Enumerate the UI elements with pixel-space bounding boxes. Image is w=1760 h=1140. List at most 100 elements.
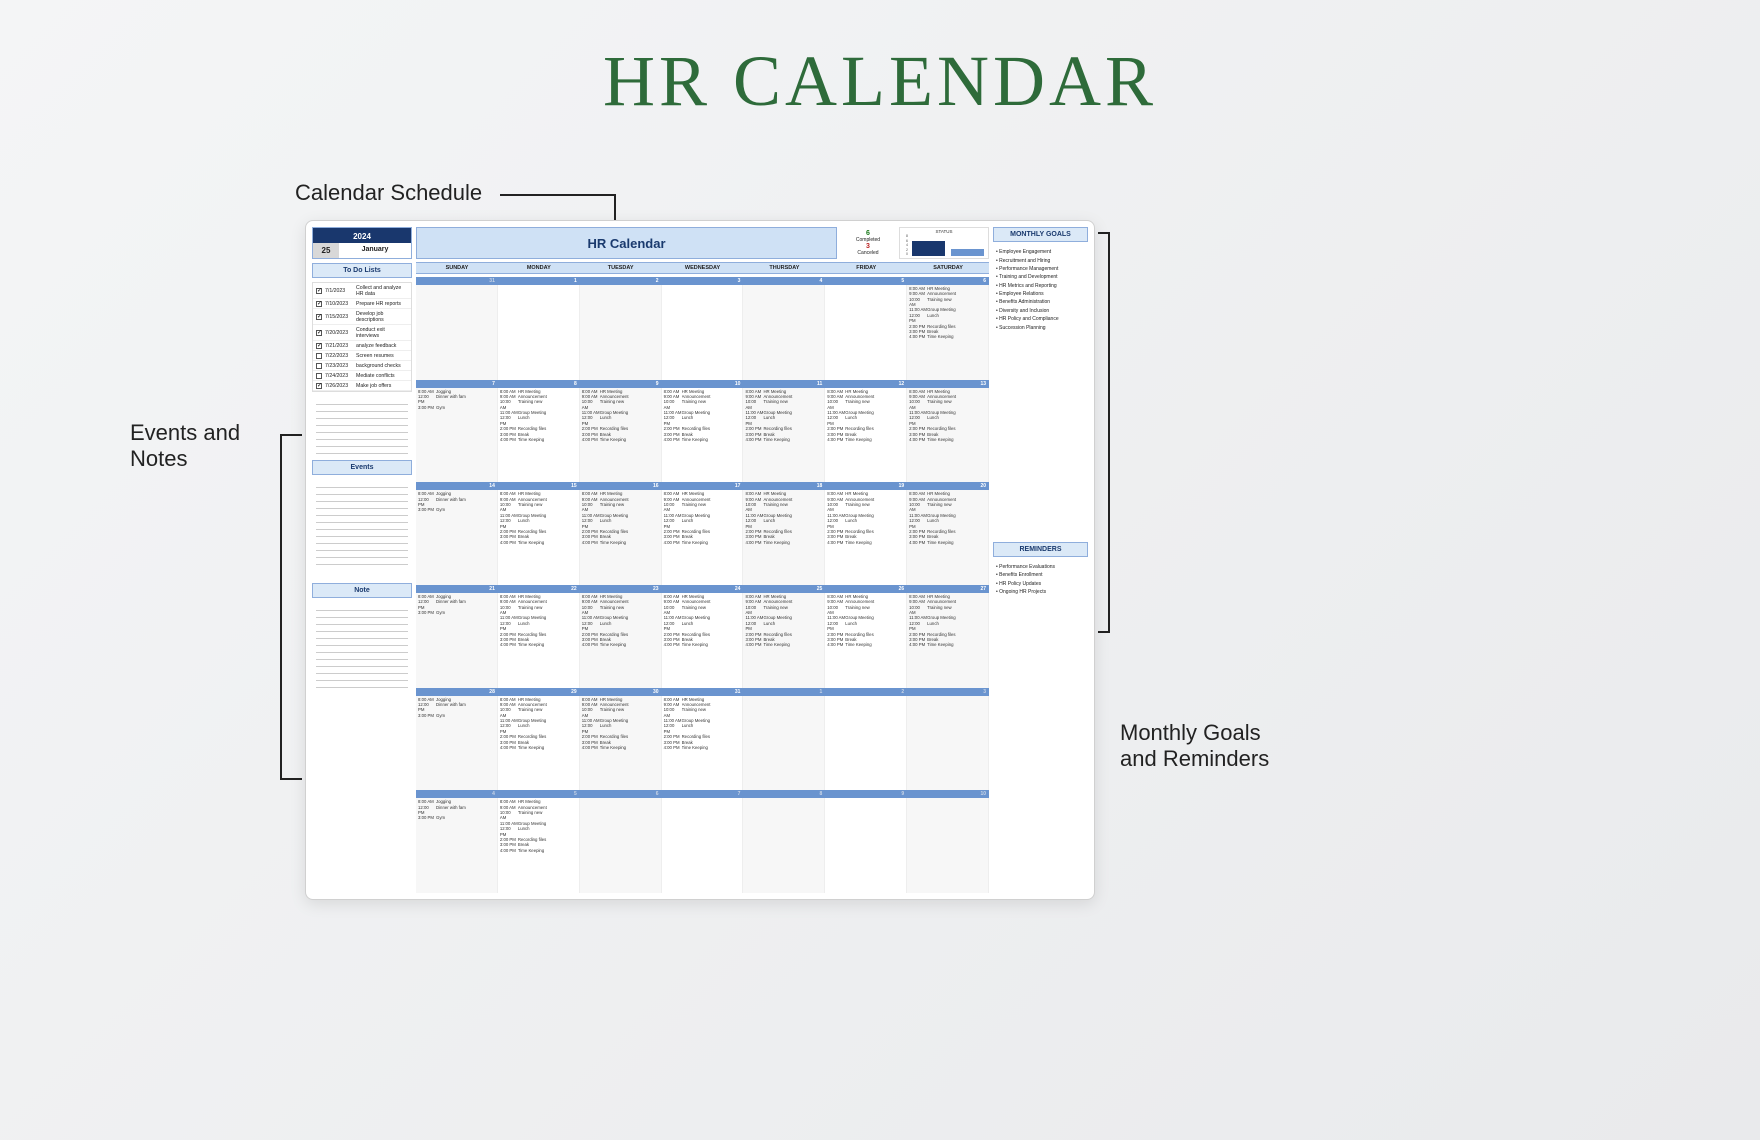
day-cell: 8:00 AMHR Meeting9:00 AMAnnouncement10:0… (498, 798, 580, 893)
event-item: 12:00 PMLunch (745, 621, 822, 632)
event-item: 10:00 AMTraining new (582, 707, 659, 718)
event-item: 12:00 PMLunch (500, 621, 577, 632)
day-cell (743, 285, 825, 380)
event-item: 10:00 AMTraining new (827, 399, 904, 410)
day-cell: 8:00 AMHR Meeting9:00 AMAnnouncement10:0… (662, 696, 744, 791)
day-header: SUNDAY (416, 263, 498, 273)
date-row: 31123456 (416, 277, 989, 285)
todo-row: 7/23/2023background checks (313, 361, 411, 371)
date-cell: 5 (825, 277, 907, 285)
todo-row: 7/21/2023analyze feedback (313, 341, 411, 351)
event-item: 4:00 PMTime Keeping (582, 745, 659, 750)
checkbox-icon[interactable] (316, 330, 322, 336)
bar-canceled (951, 249, 984, 257)
goals-list: Employee EngagementRecruitment and Hirin… (993, 246, 1088, 334)
date-cell: 3 (662, 277, 744, 285)
checkbox-icon[interactable] (316, 301, 322, 307)
day-cell: 8:00 AMJogging12:00 PMDinner with fam3:0… (416, 696, 498, 791)
event-item: 10:00 AMTraining new (500, 707, 577, 718)
day-cell: 8:00 AMHR Meeting9:00 AMAnnouncement10:0… (662, 490, 744, 585)
date-row: 14151617181920 (416, 482, 989, 490)
event-item: 4:00 PMTime Keeping (582, 437, 659, 442)
status-chart-title: STATUS (900, 229, 988, 234)
day-cell: 8:00 AMHR Meeting9:00 AMAnnouncement10:0… (498, 490, 580, 585)
week-row: 456789108:00 AMJogging12:00 PMDinner wit… (416, 790, 989, 893)
event-item: 10:00 AMTraining new (664, 605, 741, 616)
day-cell (416, 285, 498, 380)
date-cell: 1 (498, 277, 580, 285)
goal-item: Benefits Administration (996, 298, 1085, 306)
event-item: 4:00 PMTime Keeping (745, 540, 822, 545)
day-cell: 8:00 AMHR Meeting9:00 AMAnnouncement10:0… (662, 388, 744, 483)
checkbox-icon[interactable] (316, 288, 322, 294)
date-cell: 6 (580, 790, 662, 798)
week-row: 212223242526278:00 AMJogging12:00 PMDinn… (416, 585, 989, 688)
day-cell: 8:00 AMHR Meeting9:00 AMAnnouncement10:0… (743, 388, 825, 483)
event-item: 4:00 PMTime Keeping (745, 437, 822, 442)
goal-item: Employee Relations (996, 290, 1085, 298)
event-item: 4:00 PMTime Keeping (664, 642, 741, 647)
todo-text: Prepare HR reports (356, 301, 401, 307)
date-row: 21222324252627 (416, 585, 989, 593)
todo-date: 7/26/2023 (325, 383, 353, 389)
date-cell: 27 (907, 585, 989, 593)
week-row: 311234568:00 AMHR Meeting9:00 AMAnnounce… (416, 277, 989, 380)
event-item: 10:00 AMTraining new (827, 502, 904, 513)
event-item: 3:00 PMGym (418, 507, 495, 512)
reminder-item: HR Policy Updates (996, 580, 1085, 588)
event-item: 12:00 PMLunch (582, 621, 659, 632)
date-cell: 7 (416, 380, 498, 388)
checkbox-icon[interactable] (316, 314, 322, 320)
event-item: 10:00 AMTraining new (827, 605, 904, 616)
event-item: 12:00 PMLunch (909, 518, 986, 529)
event-item: 10:00 AMTraining new (664, 502, 741, 513)
goal-item: Diversity and Inclusion (996, 307, 1085, 315)
event-item: 4:00 PMTime Keeping (500, 642, 577, 647)
checkbox-icon[interactable] (316, 363, 322, 369)
month-label: January (339, 243, 411, 258)
goal-item: HR Metrics and Reporting (996, 282, 1085, 290)
event-item: 4:00 PMTime Keeping (664, 437, 741, 442)
date-cell: 4 (416, 790, 498, 798)
date-cell: 11 (743, 380, 825, 388)
day-cell: 8:00 AMHR Meeting9:00 AMAnnouncement10:0… (743, 490, 825, 585)
event-item: 12:00 PMLunch (664, 723, 741, 734)
date-cell: 18 (743, 482, 825, 490)
day-cell: 8:00 AMHR Meeting9:00 AMAnnouncement10:0… (580, 593, 662, 688)
note-lines (312, 602, 412, 702)
date-cell: 4 (743, 277, 825, 285)
day-cell (662, 798, 744, 893)
canceled-label: Canceled (843, 250, 893, 256)
event-item: 10:00 AMTraining new (582, 605, 659, 616)
todo-text: analyze feedback (356, 343, 396, 349)
checkbox-icon[interactable] (316, 343, 322, 349)
event-item: 10:00 AMTraining new (909, 399, 986, 410)
goal-item: Recruitment and Hiring (996, 256, 1085, 264)
day-cell: 8:00 AMHR Meeting9:00 AMAnnouncement10:0… (907, 388, 989, 483)
content-row: 8:00 AMJogging12:00 PMDinner with fam3:0… (416, 593, 989, 688)
content-row: 8:00 AMJogging12:00 PMDinner with fam3:0… (416, 490, 989, 585)
event-item: 12:00 PMLunch (582, 518, 659, 529)
checkbox-icon[interactable] (316, 353, 322, 359)
status-counts: 6 Completed 3 Canceled (843, 227, 893, 259)
checkbox-icon[interactable] (316, 383, 322, 389)
date-cell: 31 (662, 688, 744, 696)
event-item: 10:00 AMTraining new (909, 297, 986, 308)
goals-header: MONTHLY GOALS (993, 227, 1088, 242)
checkbox-icon[interactable] (316, 373, 322, 379)
day-cell (907, 696, 989, 791)
event-item: 10:00 AMTraining new (500, 502, 577, 513)
day-cell (743, 798, 825, 893)
calendar-title: HR Calendar (416, 227, 837, 259)
day-cell: 8:00 AMHR Meeting9:00 AMAnnouncement10:0… (662, 593, 744, 688)
calendar-panel: HR Calendar 6 Completed 3 Canceled STATU… (416, 227, 989, 893)
todo-text: Conduct exit interviews (356, 327, 408, 339)
note-header: Note (312, 583, 412, 598)
blank-lines (312, 396, 412, 456)
todo-row: 7/20/2023Conduct exit interviews (313, 325, 411, 341)
day-header: FRIDAY (825, 263, 907, 273)
date-row: 78910111213 (416, 380, 989, 388)
day-cell: 8:00 AMHR Meeting9:00 AMAnnouncement10:0… (580, 696, 662, 791)
event-item: 12:00 PMLunch (745, 518, 822, 529)
event-item: 12:00 PMLunch (582, 723, 659, 734)
